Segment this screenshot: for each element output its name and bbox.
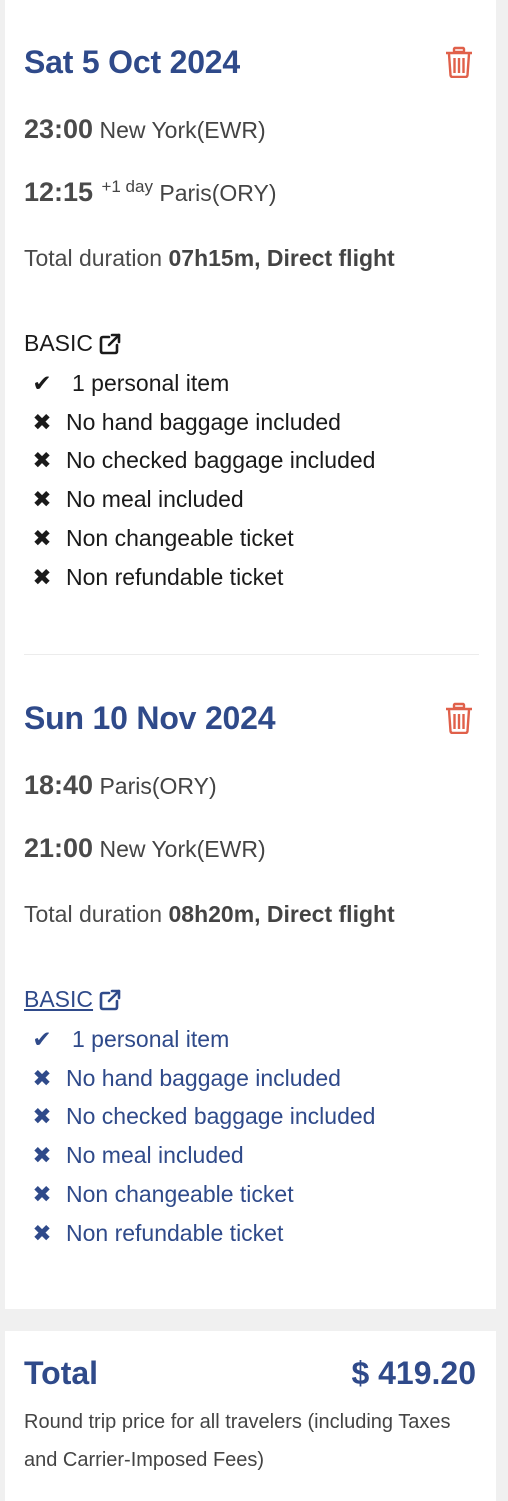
feature-item: ✔ 1 personal item <box>24 1020 464 1059</box>
fare-features-list: ✔ 1 personal item ✖ No hand baggage includ… <box>24 1020 464 1252</box>
feature-item: ✖ No checked baggage included <box>24 1097 464 1136</box>
x-icon: ✖ <box>32 1180 52 1207</box>
duration-value: 08h20m, Direct flight <box>168 901 395 927</box>
check-icon: ✔ <box>32 1026 52 1052</box>
departure-time: 18:40 <box>24 770 94 800</box>
arrival-row: 12:15 +1 day Paris(ORY) <box>24 177 277 208</box>
fare-features-list: ✔ 1 personal item ✖ No hand baggage includ… <box>24 364 464 596</box>
x-icon: ✖ <box>32 1103 52 1130</box>
feature-item: ✖ Non refundable ticket <box>24 1214 464 1253</box>
x-icon: ✖ <box>32 563 52 590</box>
total-duration: Total duration 07h15m, Direct flight <box>24 239 424 277</box>
arrival-time: 12:15 <box>24 177 94 207</box>
day-offset: +1 day <box>101 177 153 196</box>
x-icon: ✖ <box>32 524 52 551</box>
delete-trash-icon[interactable] <box>444 46 474 79</box>
arrival-place: New York(EWR) <box>99 836 266 862</box>
feature-item: ✖ Non refundable ticket <box>24 558 464 597</box>
feature-item: ✖ No meal included <box>24 480 464 519</box>
fare-name: BASIC <box>24 330 94 356</box>
total-duration: Total duration 08h20m, Direct flight <box>24 895 424 933</box>
check-icon: ✔ <box>32 370 52 396</box>
x-icon: ✖ <box>32 408 52 435</box>
departure-row: 18:40 Paris(ORY) <box>24 770 217 801</box>
external-link-icon <box>99 333 121 355</box>
fare-basic-link[interactable]: BASIC <box>24 330 121 357</box>
x-icon: ✖ <box>32 1142 52 1169</box>
arrival-time: 21:00 <box>24 833 94 863</box>
segment-date: Sun 10 Nov 2024 <box>24 700 276 736</box>
feature-item: ✖ Non changeable ticket <box>24 519 464 558</box>
departure-place: Paris(ORY) <box>99 773 217 799</box>
feature-item: ✖ No hand baggage included <box>24 1059 464 1098</box>
itinerary-card: Sat 5 Oct 2024 23:00 New York(EWR) 12:15… <box>5 0 496 1309</box>
x-icon: ✖ <box>32 486 52 513</box>
duration-value: 07h15m, Direct flight <box>168 245 395 271</box>
total-price: $ 419.20 <box>351 1355 476 1391</box>
feature-item: ✔ 1 personal item <box>24 364 464 403</box>
departure-row: 23:00 New York(EWR) <box>24 114 266 145</box>
x-icon: ✖ <box>32 1064 52 1091</box>
feature-item: ✖ Non changeable ticket <box>24 1175 464 1214</box>
external-link-icon <box>99 989 121 1011</box>
total-price-note: Round trip price for all travelers (incl… <box>24 1411 451 1471</box>
x-icon: ✖ <box>32 447 52 474</box>
duration-label: Total duration <box>24 901 163 927</box>
feature-item: ✖ No checked baggage included <box>24 441 464 480</box>
duration-label: Total duration <box>24 245 163 271</box>
fare-basic-link[interactable]: BASIC <box>24 986 121 1013</box>
total-card: Total $ 419.20 Round trip price for all … <box>5 1331 496 1501</box>
departure-place: New York(EWR) <box>99 117 266 143</box>
total-label: Total <box>24 1355 99 1391</box>
delete-trash-icon[interactable] <box>444 702 474 735</box>
x-icon: ✖ <box>32 1219 52 1246</box>
feature-item: ✖ No meal included <box>24 1136 464 1175</box>
segment-date: Sat 5 Oct 2024 <box>24 44 240 80</box>
fare-name: BASIC <box>24 986 94 1012</box>
arrival-row: 21:00 New York(EWR) <box>24 833 266 864</box>
arrival-place: Paris(ORY) <box>159 180 277 206</box>
departure-time: 23:00 <box>24 114 94 144</box>
segment-divider <box>24 654 479 655</box>
feature-item: ✖ No hand baggage included <box>24 403 464 442</box>
